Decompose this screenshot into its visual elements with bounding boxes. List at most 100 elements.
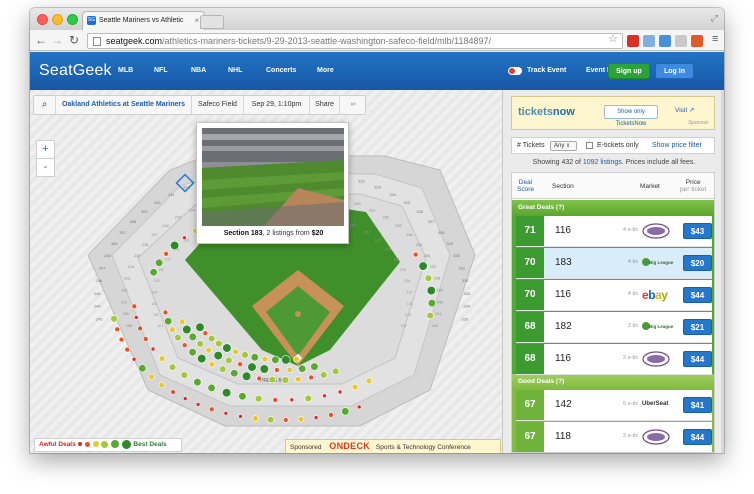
- lower-section-label[interactable]: 121: [363, 231, 369, 235]
- event-link[interactable]: Oakland Athletics at Seattle Mariners: [56, 96, 192, 114]
- deal-marker[interactable]: [328, 412, 334, 418]
- club-section-label[interactable]: 194: [126, 324, 132, 328]
- deal-marker[interactable]: [170, 389, 176, 395]
- log-in-button[interactable]: Log In: [655, 63, 694, 79]
- deal-marker[interactable]: [180, 371, 189, 379]
- deal-marker[interactable]: [131, 303, 138, 310]
- browser-tab[interactable]: SG Seattle Mariners vs Athletic ×: [82, 11, 205, 30]
- club-section-label[interactable]: 195: [122, 312, 128, 316]
- deal-marker[interactable]: [225, 356, 233, 364]
- lower-section-label[interactable]: 126: [404, 279, 410, 283]
- deal-marker[interactable]: [412, 251, 419, 258]
- upper-section-label[interactable]: 246: [95, 278, 102, 283]
- deal-marker[interactable]: [131, 356, 137, 362]
- zoom-in-button[interactable]: +: [36, 140, 55, 159]
- upper-section-label[interactable]: 244: [94, 304, 101, 309]
- lower-section-label[interactable]: 122: [375, 239, 381, 243]
- deal-marker[interactable]: [237, 361, 243, 368]
- deal-marker[interactable]: [195, 402, 201, 407]
- price-button[interactable]: $44: [683, 287, 712, 303]
- nav-nfl[interactable]: NFL: [154, 67, 168, 74]
- upper-section-label[interactable]: 248: [104, 253, 111, 258]
- deal-marker[interactable]: [322, 393, 327, 399]
- extension-orange-icon[interactable]: [691, 35, 703, 47]
- deal-marker[interactable]: [418, 261, 428, 271]
- nav-concerts[interactable]: Concerts: [266, 67, 296, 74]
- upper-section-label[interactable]: 311: [168, 192, 175, 197]
- lower-section-label[interactable]: 107: [165, 258, 171, 262]
- lower-section-label[interactable]: 129: [405, 313, 411, 317]
- track-event-toggle[interactable]: [508, 67, 522, 75]
- deal-marker[interactable]: [174, 333, 182, 342]
- deal-marker[interactable]: [118, 336, 125, 343]
- deal-marker[interactable]: [238, 392, 247, 401]
- lower-section-label[interactable]: 128: [407, 302, 413, 306]
- lower-section-label[interactable]: 103: [151, 302, 157, 306]
- nav-nhl[interactable]: NHL: [228, 67, 242, 74]
- club-section-label[interactable]: 233: [395, 224, 401, 228]
- deal-marker[interactable]: [148, 373, 155, 381]
- close-tab-icon[interactable]: ×: [194, 16, 199, 25]
- upper-section-label[interactable]: 308: [129, 219, 136, 224]
- deal-marker[interactable]: [188, 332, 197, 341]
- deal-marker[interactable]: [114, 326, 120, 333]
- seatgeek-logo[interactable]: SeatGeek: [39, 62, 112, 80]
- club-section-label[interactable]: 219: [175, 216, 181, 220]
- listing-row[interactable]: 67 118 2 e-tix $44: [516, 422, 712, 452]
- club-section-label[interactable]: 216: [142, 243, 148, 247]
- reload-icon[interactable]: ↻: [67, 33, 81, 47]
- upper-section-label[interactable]: 322: [358, 179, 365, 184]
- deal-marker[interactable]: [164, 317, 173, 326]
- price-button[interactable]: $41: [683, 397, 712, 413]
- deal-marker[interactable]: [424, 274, 433, 282]
- deal-marker[interactable]: [110, 315, 118, 323]
- deal-marker[interactable]: [310, 362, 319, 371]
- upper-section-label[interactable]: 328: [438, 230, 445, 235]
- listing-row[interactable]: 70 183 4 tix Big League $20: [516, 248, 712, 279]
- price-button[interactable]: $44: [683, 429, 712, 445]
- deal-marker[interactable]: [250, 353, 259, 362]
- deal-marker[interactable]: [162, 309, 169, 316]
- listing-row[interactable]: 68 116 2 e-tix $44: [516, 344, 712, 375]
- lower-section-label[interactable]: 120: [350, 224, 356, 228]
- club-section-label[interactable]: 231: [369, 208, 375, 212]
- deal-marker[interactable]: [266, 416, 275, 424]
- deal-marker[interactable]: [208, 361, 216, 368]
- deal-marker[interactable]: [337, 389, 343, 395]
- extension-grey-icon[interactable]: [675, 35, 687, 47]
- deal-marker[interactable]: [247, 362, 257, 372]
- upper-section-label[interactable]: 329: [446, 241, 453, 246]
- listing-row[interactable]: 71 116 4 e-tix $43: [516, 216, 712, 247]
- great-deals-label[interactable]: Great Deals (?): [512, 200, 714, 215]
- upper-section-label[interactable]: 330: [453, 253, 460, 258]
- forward-icon[interactable]: →: [50, 33, 64, 47]
- lower-section-label[interactable]: 123: [385, 248, 391, 252]
- deal-marker[interactable]: [193, 378, 202, 387]
- deal-marker[interactable]: [427, 299, 437, 308]
- close-window-icon[interactable]: [37, 14, 48, 25]
- listing-row[interactable]: 68 182 3 tix Big League $21: [516, 312, 712, 343]
- minimize-window-icon[interactable]: [52, 14, 63, 25]
- club-section-label[interactable]: 240: [437, 300, 443, 304]
- lower-section-label[interactable]: 130: [401, 324, 407, 328]
- deal-marker[interactable]: [272, 397, 278, 403]
- club-section-label[interactable]: 215: [134, 254, 140, 258]
- tickets-count-select[interactable]: Any ⇕: [550, 141, 577, 151]
- lower-section-label[interactable]: 105: [154, 279, 160, 283]
- deal-marker[interactable]: [252, 415, 259, 422]
- sign-up-button[interactable]: Sign up: [608, 63, 650, 79]
- club-section-label[interactable]: 213: [124, 277, 130, 281]
- deal-marker[interactable]: [254, 395, 263, 403]
- upper-section-label[interactable]: 331: [458, 265, 465, 270]
- track-event-link[interactable]: Track Event: [527, 67, 566, 74]
- club-section-label[interactable]: 214: [128, 265, 134, 269]
- upper-section-label[interactable]: 326: [416, 209, 423, 214]
- deal-marker[interactable]: [259, 364, 269, 374]
- club-section-label[interactable]: 235: [416, 243, 422, 247]
- deal-marker[interactable]: [150, 346, 156, 352]
- deal-marker[interactable]: [182, 396, 188, 401]
- lower-section-label[interactable]: 127: [407, 290, 413, 294]
- deal-marker[interactable]: [137, 325, 143, 332]
- upper-section-label[interactable]: 307: [119, 230, 126, 235]
- link-icon[interactable]: ∞: [340, 96, 366, 114]
